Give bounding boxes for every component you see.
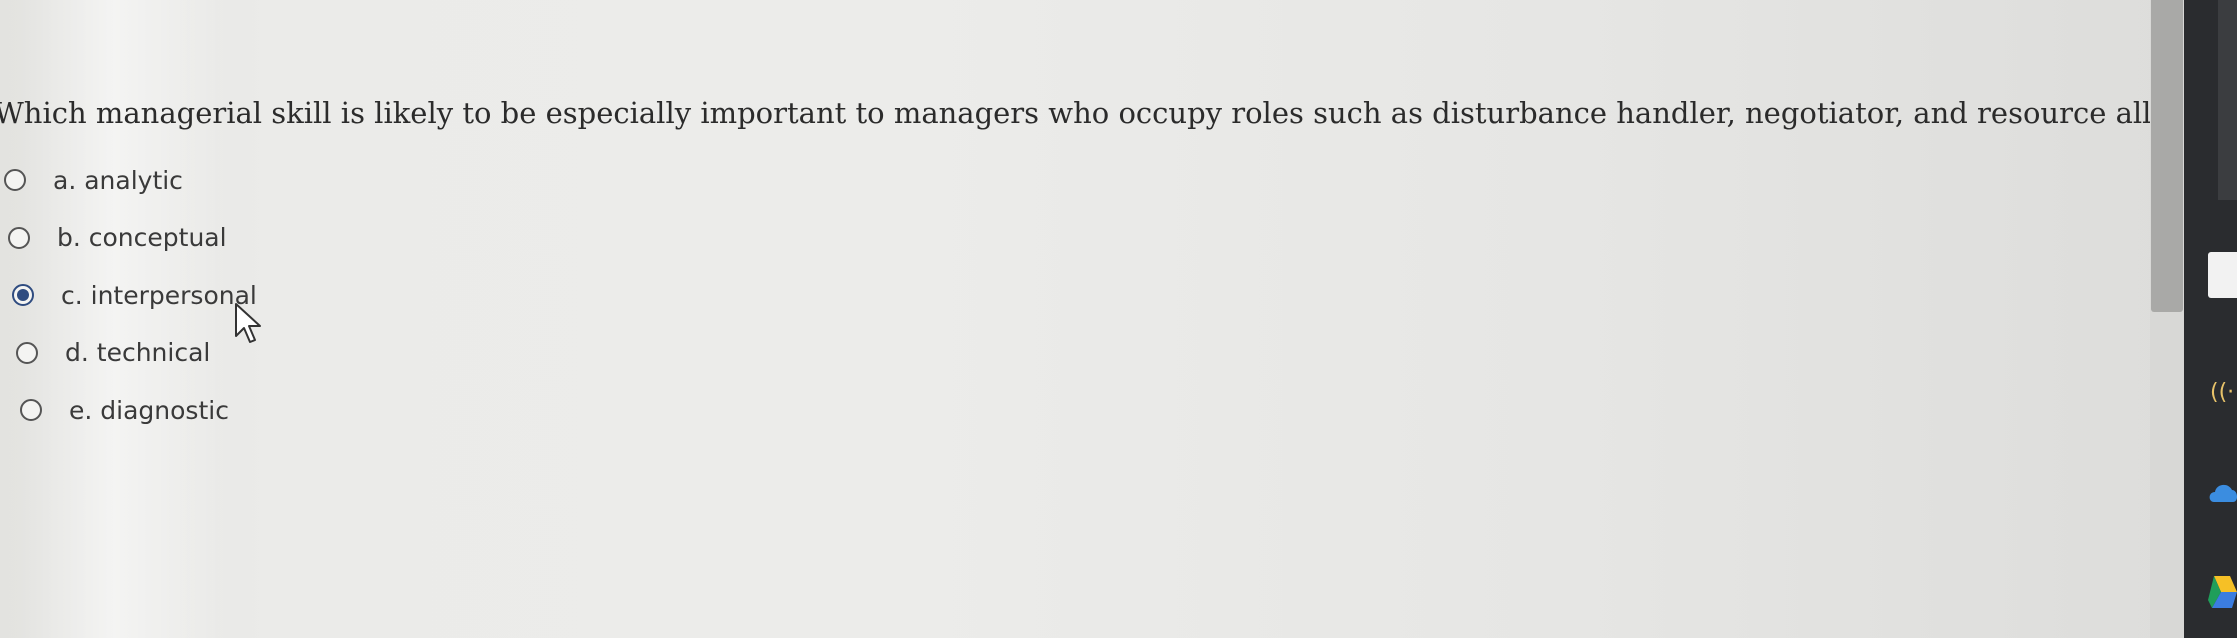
page: Which managerial skill is likely to be e… <box>0 0 2237 638</box>
onedrive-cloud-icon[interactable] <box>2208 474 2237 510</box>
question-text: Which managerial skill is likely to be e… <box>0 96 2237 130</box>
option-c-label: c. interpersonal <box>61 280 257 310</box>
scrollbar-thumb[interactable] <box>2151 0 2183 312</box>
option-c[interactable]: c. interpersonal <box>12 275 257 315</box>
wifi-icon[interactable]: ((· <box>2208 378 2237 408</box>
mouse-pointer-icon <box>235 303 261 343</box>
option-e-label: e. diagnostic <box>69 395 229 425</box>
option-d-label: d. technical <box>65 338 211 367</box>
radio-option-a[interactable] <box>4 169 26 191</box>
option-b-label: b. conceptual <box>57 223 227 252</box>
option-b[interactable]: b. conceptual <box>8 218 257 258</box>
radio-option-b[interactable] <box>8 226 30 249</box>
answer-options: a. analytic b. conceptual c. interperson… <box>4 160 257 448</box>
option-e[interactable]: e. diagnostic <box>20 390 257 430</box>
google-drive-icon[interactable] <box>2208 566 2237 626</box>
option-a-label: a. analytic <box>53 165 183 195</box>
radio-option-c[interactable] <box>12 284 34 306</box>
option-a[interactable]: a. analytic <box>4 160 257 200</box>
taskbar-edge <box>2218 0 2237 200</box>
radio-option-d[interactable] <box>16 341 38 364</box>
document-icon[interactable] <box>2208 252 2237 298</box>
radio-option-e[interactable] <box>20 399 42 421</box>
quiz-content: Which managerial skill is likely to be e… <box>0 0 2237 638</box>
option-d[interactable]: d. technical <box>16 333 257 373</box>
